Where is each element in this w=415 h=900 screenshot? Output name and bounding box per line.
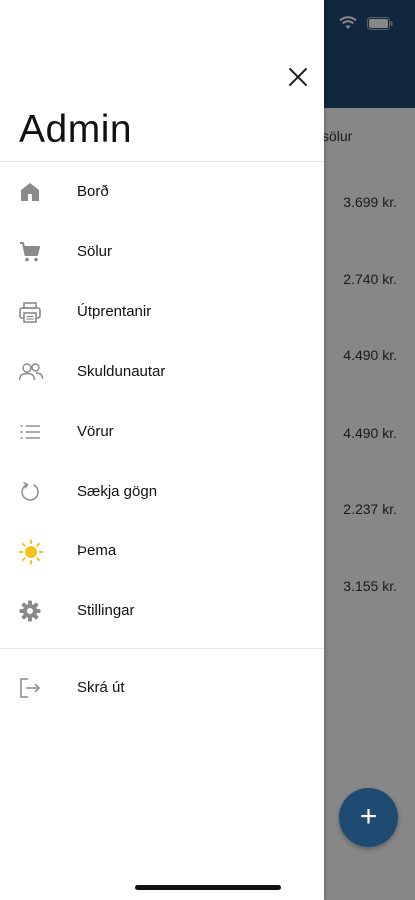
close-icon (285, 68, 311, 94)
printer-icon (18, 300, 42, 324)
divider (0, 648, 324, 649)
logout-button[interactable]: Skrá út (0, 660, 324, 716)
menu-label: Sölur (77, 243, 113, 260)
navigation-drawer: Admin Borð Sölur Útprentanir Skuldunauta… (0, 0, 324, 900)
menu-label: Skuldunautar (77, 363, 166, 380)
drawer-title: Admin (19, 108, 133, 151)
add-button[interactable]: + (339, 788, 398, 847)
logout-icon (18, 676, 42, 700)
menu-item-utprentanir[interactable]: Útprentanir (0, 284, 324, 340)
menu-label: Skrá út (77, 679, 125, 696)
home-indicator[interactable] (135, 885, 281, 890)
home-icon (18, 180, 42, 204)
sun-icon (18, 539, 44, 565)
menu-label: Sækja gögn (77, 483, 158, 500)
cart-icon (18, 240, 42, 264)
close-button[interactable] (285, 64, 311, 90)
menu-item-saekja-gogn[interactable]: Sækja gögn (0, 464, 324, 520)
menu-label: Borð (77, 183, 109, 200)
people-icon (18, 360, 44, 384)
list-icon (18, 420, 42, 444)
divider (0, 161, 324, 162)
menu-item-vorur[interactable]: Vörur (0, 404, 324, 460)
menu-label: Vörur (77, 423, 114, 440)
menu-label: Stillingar (77, 602, 135, 619)
menu-label: Þema (77, 542, 117, 559)
refresh-icon (18, 480, 42, 504)
menu-label: Útprentanir (77, 303, 152, 320)
menu-item-thema[interactable]: Þema (0, 523, 324, 579)
gear-icon (18, 599, 42, 623)
menu-item-skuldunautar[interactable]: Skuldunautar (0, 344, 324, 400)
menu-item-solur[interactable]: Sölur (0, 224, 324, 280)
menu-item-stillingar[interactable]: Stillingar (0, 583, 324, 639)
menu-item-bord[interactable]: Borð (0, 164, 324, 220)
